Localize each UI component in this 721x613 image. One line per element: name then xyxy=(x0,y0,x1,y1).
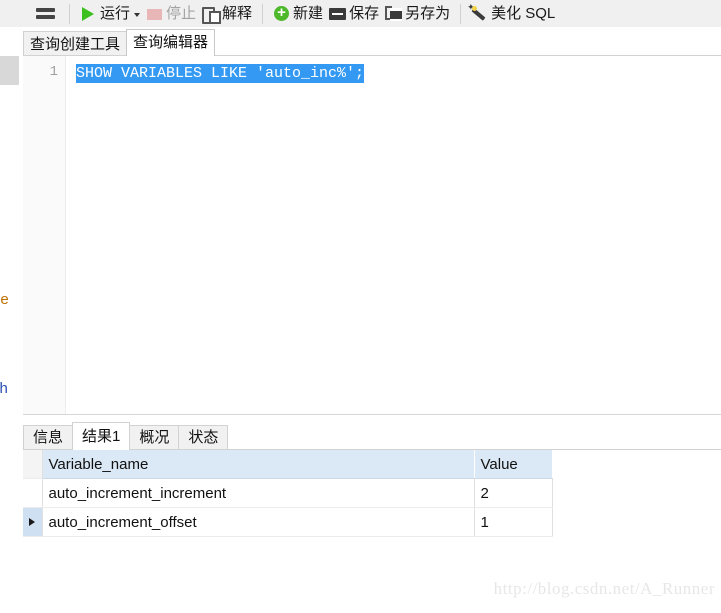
save-as-icon xyxy=(385,5,403,22)
sql-statement[interactable]: SHOW VARIABLES LIKE 'auto_inc%'; xyxy=(76,64,365,83)
tab-profile[interactable]: 概况 xyxy=(129,425,180,450)
results-table: Variable_name Value auto_increment_incre… xyxy=(23,450,553,537)
sliver-text-fragment: ne xyxy=(0,291,9,308)
results-panel: 信息 结果1 概况 状态 Variable_name Value auto_in… xyxy=(23,414,721,613)
stop-button[interactable]: 停止 xyxy=(143,1,199,26)
table-row[interactable]: auto_increment_offset 1 xyxy=(23,507,553,537)
cell-value[interactable]: 2 xyxy=(474,478,553,508)
row-selector-cell[interactable] xyxy=(23,478,43,508)
cell-variable-name[interactable]: auto_increment_offset xyxy=(42,507,475,537)
chevron-down-icon[interactable] xyxy=(134,12,141,17)
tab-query-editor[interactable]: 查询编辑器 xyxy=(126,29,216,56)
toolbar-divider xyxy=(460,3,462,24)
main-toolbar: 运行 停止 解释 新建 保存 另存为 ✦ 美化 SQL xyxy=(0,0,721,28)
magic-wand-icon: ✦ xyxy=(467,3,488,22)
explain-icon xyxy=(202,5,222,24)
stop-icon xyxy=(146,5,163,22)
line-number: 1 xyxy=(49,64,58,80)
tab-result-1[interactable]: 结果1 xyxy=(72,422,131,450)
plus-circle-icon xyxy=(273,3,290,22)
row-selected-arrow-icon xyxy=(29,518,35,526)
explain-button[interactable]: 解释 xyxy=(199,1,255,26)
results-tabstrip: 信息 结果1 概况 状态 xyxy=(23,421,229,450)
run-button-label: 运行 xyxy=(100,4,131,22)
stop-button-label: 停止 xyxy=(166,4,197,22)
sliver-fragment-two: ch xyxy=(0,380,8,397)
editor-tabstrip: 查询创建工具 查询编辑器 xyxy=(0,27,721,56)
explain-button-label: 解释 xyxy=(222,4,253,22)
sparkle-icon: ✦ xyxy=(467,2,475,12)
save-button[interactable]: 保存 xyxy=(326,1,382,26)
column-header-value[interactable]: Value xyxy=(474,450,553,479)
toolbar-divider xyxy=(69,3,70,24)
cell-value[interactable]: 1 xyxy=(474,507,553,537)
tab-status[interactable]: 状态 xyxy=(178,425,229,450)
sliver-fragment-one: ne xyxy=(0,291,9,308)
new-button[interactable]: 新建 xyxy=(270,1,326,26)
sliver-block xyxy=(0,54,19,85)
hamburger-icon[interactable] xyxy=(28,3,62,25)
beautify-sql-button[interactable]: ✦ 美化 SQL xyxy=(467,1,558,26)
hamburger-bar xyxy=(35,8,55,12)
table-row[interactable]: auto_increment_increment 2 xyxy=(23,478,553,508)
save-as-button-label: 另存为 xyxy=(405,4,451,22)
column-header-variable-name[interactable]: Variable_name xyxy=(42,450,475,479)
toolbar-divider xyxy=(262,3,264,24)
cell-variable-name[interactable]: auto_increment_increment xyxy=(42,478,475,508)
new-button-label: 新建 xyxy=(293,4,324,22)
sql-editor[interactable]: 1 SHOW VARIABLES LIKE 'auto_inc%'; xyxy=(23,55,721,414)
save-button-label: 保存 xyxy=(349,4,380,22)
tab-query-builder[interactable]: 查询创建工具 xyxy=(23,31,128,56)
results-grid[interactable]: Variable_name Value auto_increment_incre… xyxy=(23,450,721,537)
play-icon xyxy=(80,5,97,22)
beautify-sql-button-label: 美化 SQL xyxy=(491,4,556,22)
sliver-text-fragment: ch xyxy=(0,380,8,397)
save-as-button[interactable]: 另存为 xyxy=(382,1,453,26)
row-selector-header xyxy=(23,450,43,479)
editor-code-area[interactable]: SHOW VARIABLES LIKE 'auto_inc%'; xyxy=(67,56,721,414)
row-selector-cell[interactable] xyxy=(23,507,43,537)
editor-gutter: 1 xyxy=(23,56,66,414)
sql-query-editor-window: 运行 停止 解释 新建 保存 另存为 ✦ 美化 SQL xyxy=(0,0,721,613)
table-header-row: Variable_name Value xyxy=(23,450,553,479)
save-disk-icon xyxy=(329,5,347,22)
tab-info[interactable]: 信息 xyxy=(23,425,74,450)
hamburger-bar xyxy=(35,15,55,19)
left-panel-sliver: ne ch xyxy=(0,27,23,613)
watermark-text: http://blog.csdn.net/A_Runner xyxy=(493,579,715,598)
run-button[interactable]: 运行 xyxy=(77,1,143,26)
